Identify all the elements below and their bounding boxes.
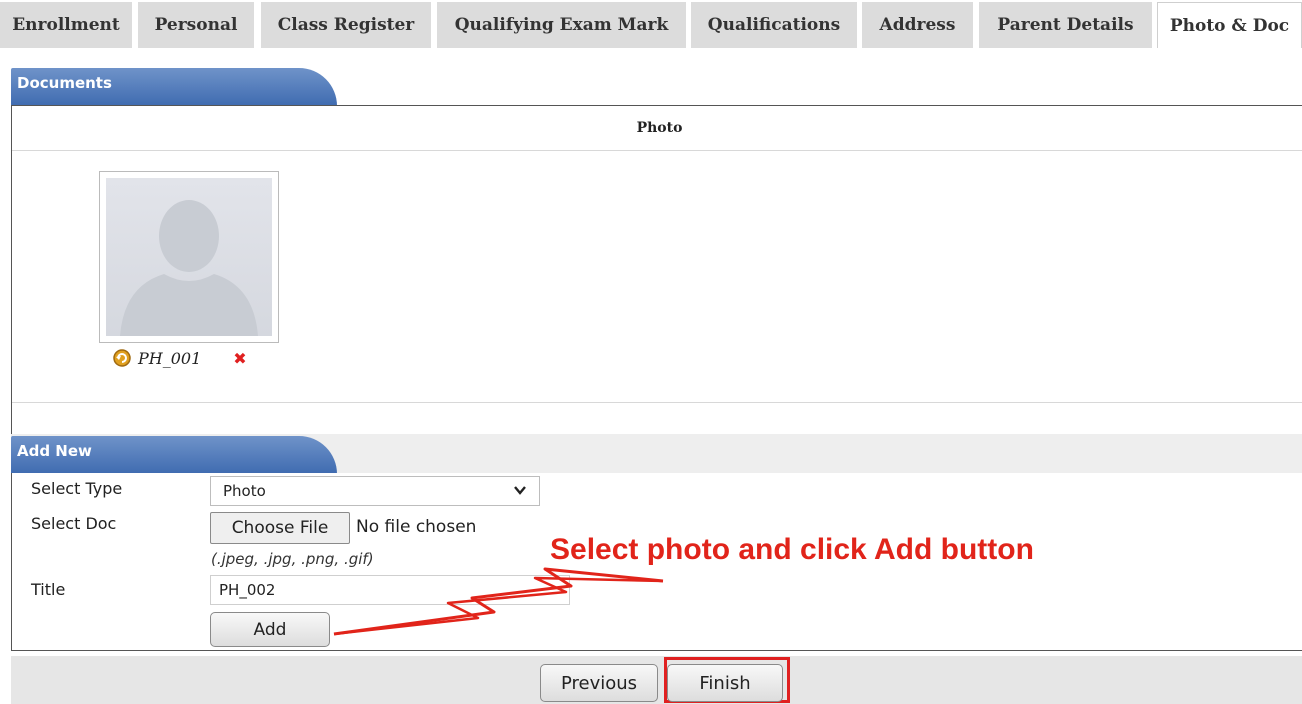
annotation-arrow (333, 567, 664, 636)
previous-button[interactable]: Previous (540, 664, 658, 702)
finish-button[interactable]: Finish (667, 664, 783, 702)
